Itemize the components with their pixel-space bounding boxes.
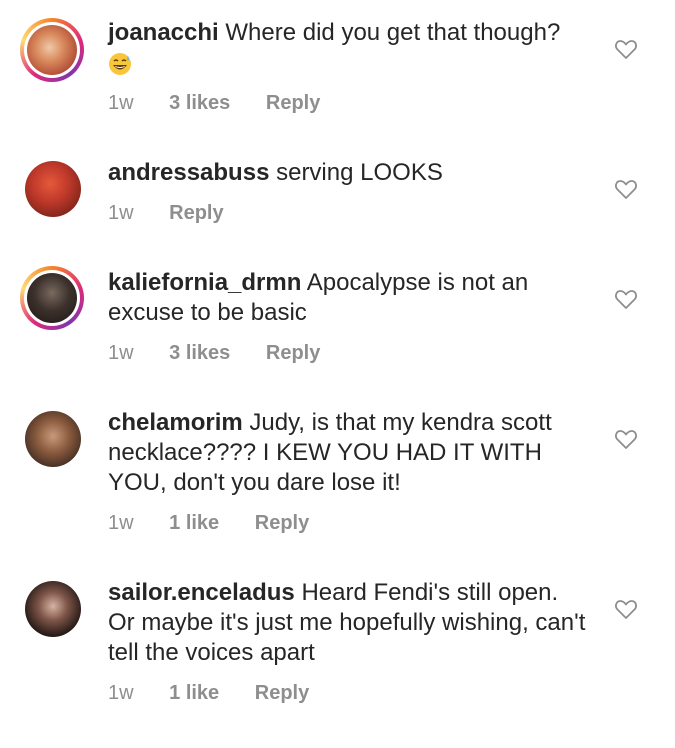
reply-button[interactable]: Reply [255,682,309,704]
comment-body: joanacchi Where did you get that though? [108,18,588,78]
avatar-story-ring[interactable] [20,266,84,330]
comment-body: sailor.enceladus Heard Fendi's still ope… [108,578,588,668]
comment-likes[interactable]: 1 like [169,512,219,534]
like-heart-icon[interactable] [614,428,638,450]
comment-meta: 1w 3 likes Reply [108,90,350,116]
comment-time: 1w [108,342,134,364]
like-heart-icon[interactable] [614,38,638,60]
comment-username[interactable]: sailor.enceladus [108,579,295,606]
comment-text: Where did you get that though? [225,19,561,46]
comment-meta: 1w Reply [108,200,254,226]
grinning-sweat-face-emoji [108,52,132,76]
comment-text: serving LOOKS [276,159,443,186]
comment-likes[interactable]: 3 likes [169,92,230,114]
comment-username[interactable]: joanacchi [108,19,219,46]
comment-body: andressabuss serving LOOKS [108,158,588,188]
avatar[interactable] [25,581,81,637]
reply-button[interactable]: Reply [266,342,320,364]
comment-body: kaliefornia_drmn Apocalypse is not an ex… [108,268,588,328]
comment-time: 1w [108,682,134,704]
comment-likes[interactable]: 1 like [169,682,219,704]
reply-button[interactable]: Reply [255,512,309,534]
comment-likes[interactable]: 3 likes [169,342,230,364]
avatar-story-ring[interactable] [20,18,84,82]
like-heart-icon[interactable] [614,178,638,200]
avatar-wrap[interactable] [20,156,84,220]
avatar[interactable] [25,411,81,467]
comment-time: 1w [108,512,134,534]
avatar-wrap[interactable] [20,406,84,470]
comment-username[interactable]: andressabuss [108,159,269,186]
comment-username[interactable]: kaliefornia_drmn [108,269,301,296]
comment-username[interactable]: chelamorim [108,409,243,436]
avatar[interactable] [27,25,77,75]
avatar[interactable] [25,161,81,217]
comment-time: 1w [108,202,134,224]
avatar[interactable] [27,273,77,323]
comment-meta: 1w 1 like Reply [108,680,339,706]
comment-meta: 1w 1 like Reply [108,510,339,536]
comment-time: 1w [108,92,134,114]
reply-button[interactable]: Reply [169,202,223,224]
like-heart-icon[interactable] [614,598,638,620]
comment-meta: 1w 3 likes Reply [108,340,350,366]
comments-list: joanacchi Where did you get that though?… [0,0,675,748]
reply-button[interactable]: Reply [266,92,320,114]
comment-body: chelamorim Judy, is that my kendra scott… [108,408,588,498]
avatar-wrap[interactable] [20,576,84,640]
like-heart-icon[interactable] [614,288,638,310]
